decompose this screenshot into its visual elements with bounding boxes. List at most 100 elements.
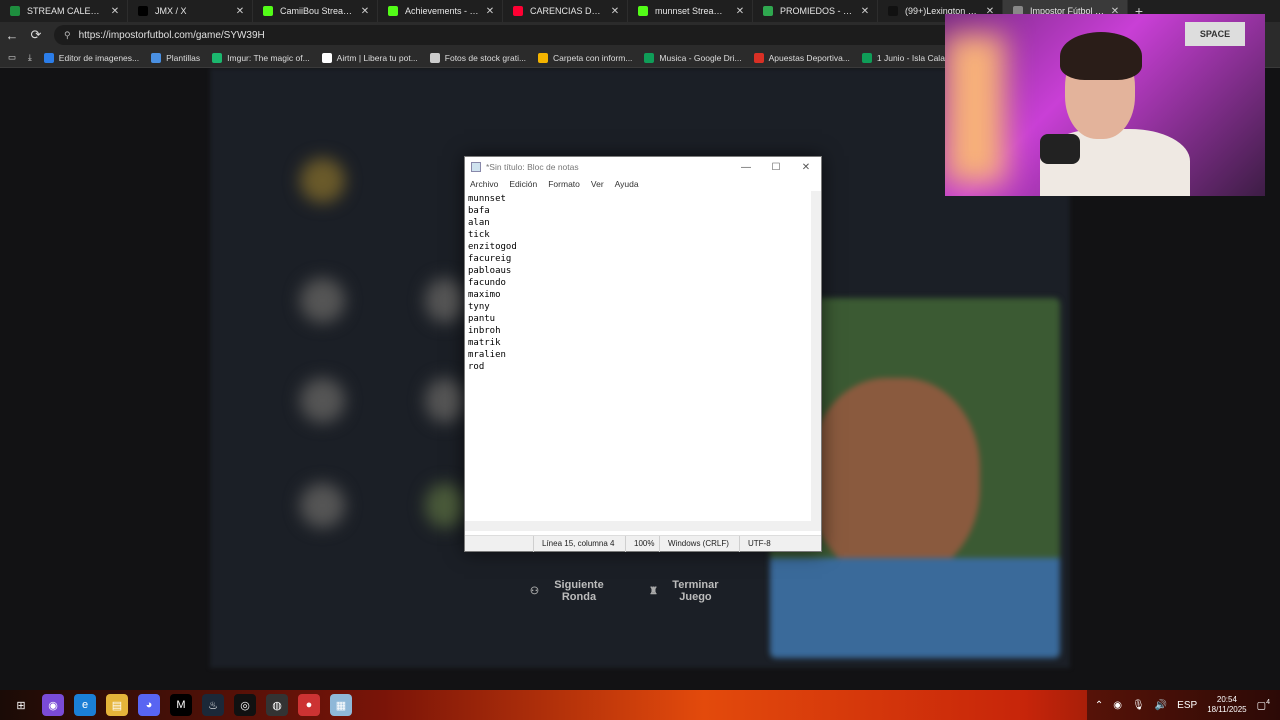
browser-tab[interactable]: JMX / X ✕: [128, 0, 253, 22]
menu-item[interactable]: Ver: [591, 179, 604, 189]
chevron-up-icon[interactable]: ⌃: [1095, 700, 1103, 711]
volume-icon[interactable]: 🔊: [1155, 700, 1167, 711]
line-ending: Windows (CRLF): [659, 535, 739, 552]
bookmark-item[interactable]: Musica - Google Dri...: [644, 52, 742, 63]
mic-icon[interactable]: 🎙: [1132, 700, 1145, 711]
text-line: bafa: [468, 206, 490, 216]
discord-icon[interactable]: ◕: [138, 694, 160, 716]
bookmark-apps-icon[interactable]: ▭: [8, 52, 16, 63]
tab-label: PROMIEDOS - Futbol A: [780, 6, 855, 16]
bookmark-label: Fotos de stock grati...: [444, 52, 527, 63]
bookmark-item[interactable]: Carpeta con inform...: [538, 52, 632, 63]
text-line: enzitogod: [468, 242, 517, 252]
tab-label: CamiiBou Stream - Wat: [280, 6, 355, 16]
kick-icon: [263, 6, 273, 16]
browser-tab[interactable]: PROMIEDOS - Futbol A ✕: [753, 0, 878, 22]
bookmark-item[interactable]: Editor de imagenes...: [43, 52, 139, 63]
bookmark-item[interactable]: Plantillas: [151, 52, 201, 63]
clock-time: 20:54: [1216, 695, 1237, 704]
notepad-taskbar-icon[interactable]: ▦: [330, 694, 352, 716]
bookmark-favicon-icon: [644, 52, 655, 63]
url-field[interactable]: ⚲ https://impostorfutbol.com/game/SYW39H: [54, 25, 954, 45]
text-line: pantu: [468, 314, 496, 324]
close-tab-icon[interactable]: ✕: [609, 6, 621, 17]
tab-label: CARENCIAS DE CO: [530, 6, 605, 16]
minimize-icon[interactable]: —: [731, 162, 761, 173]
browser-tab[interactable]: STREAM CALENDAR - H ✕: [0, 0, 128, 22]
bookmark-label: Plantillas: [166, 52, 201, 63]
browser-tab[interactable]: Achievements - Kick Da ✕: [378, 0, 503, 22]
wall-sign: SPACE: [1185, 22, 1245, 46]
close-tab-icon[interactable]: ✕: [859, 6, 871, 17]
vertical-scrollbar[interactable]: [811, 191, 821, 531]
end-game-label: Terminar Juego: [672, 579, 719, 603]
close-tab-icon[interactable]: ✕: [109, 6, 121, 17]
close-tab-icon[interactable]: ✕: [734, 6, 746, 17]
close-tab-icon[interactable]: ✕: [484, 6, 496, 17]
chrome-icon[interactable]: ◍: [266, 694, 288, 716]
windows-start-icon[interactable]: ⊞: [10, 694, 32, 716]
text-line: munnset: [468, 194, 506, 204]
zoom-level: 100%: [625, 535, 659, 552]
kick-icon: [388, 6, 398, 16]
notification-icon[interactable]: ▢4: [1257, 699, 1270, 711]
url-text: https://impostorfutbol.com/game/SYW39H: [78, 29, 265, 41]
steam-icon[interactable]: ♨: [202, 694, 224, 716]
app-icon[interactable]: ●: [298, 694, 320, 716]
download-icon[interactable]: ⤓: [28, 52, 32, 63]
close-tab-icon[interactable]: ✕: [359, 6, 371, 17]
text-line: facureig: [468, 254, 512, 264]
menu-item[interactable]: Edición: [509, 179, 537, 189]
horizontal-scrollbar[interactable]: [465, 521, 813, 531]
notepad-statusbar: Línea 15, columna 4 100% Windows (CRLF) …: [465, 535, 821, 552]
tab-label: Achievements - Kick Da: [405, 6, 480, 16]
browser-tab[interactable]: CARENCIAS DE CO ✕: [503, 0, 628, 22]
edge-icon[interactable]: e: [74, 694, 96, 716]
text-line: tyny: [468, 302, 490, 312]
close-tab-icon[interactable]: ✕: [234, 6, 246, 17]
microphone: [1040, 134, 1080, 164]
copilot-icon[interactable]: ◉: [42, 694, 64, 716]
tab-label: JMX / X: [155, 6, 187, 16]
bookmark-label: Airtm | Libera tu pot...: [336, 52, 418, 63]
cursor-position: Línea 15, columna 4: [533, 535, 625, 552]
player-avatar: [300, 278, 345, 323]
bookmark-favicon-icon: [212, 52, 223, 63]
clock-date: 18/11/2025: [1207, 705, 1247, 714]
notepad-titlebar[interactable]: *Sin título: Bloc de notas — ☐ ✕: [465, 157, 821, 177]
x-icon: [138, 6, 148, 16]
browser-tab[interactable]: CamiiBou Stream - Wat ✕: [253, 0, 378, 22]
bookmark-item[interactable]: Imgur: The magic of...: [212, 52, 310, 63]
bookmark-favicon-icon: [43, 52, 54, 63]
reload-icon[interactable]: ⟳: [24, 27, 48, 43]
browser-tab[interactable]: munnset Stream - Wat ✕: [628, 0, 753, 22]
notepad-text-area[interactable]: munnset bafa alan tick enzitogod facureig pabl…: [466, 191, 812, 529]
file-explorer-icon[interactable]: ▤: [106, 694, 128, 716]
bookmark-favicon-icon: [151, 52, 162, 63]
language-indicator[interactable]: ESP: [1177, 700, 1197, 711]
site-info-icon[interactable]: ⚲: [64, 30, 71, 41]
clock[interactable]: 20:54 18/11/2025: [1207, 695, 1246, 715]
encoding: UTF-8: [739, 535, 819, 552]
close-icon[interactable]: ✕: [791, 162, 821, 173]
player-avatar: [425, 483, 465, 528]
obs-icon[interactable]: ◎: [234, 694, 256, 716]
mm-app-icon[interactable]: M: [170, 694, 192, 716]
maximize-icon[interactable]: ☐: [761, 162, 791, 173]
notepad-icon: [471, 162, 481, 172]
bookmark-item[interactable]: Apuestas Deportiva...: [753, 52, 850, 63]
notepad-menubar: Archivo Edición Formato Ver Ayuda: [465, 177, 821, 191]
menu-item[interactable]: Archivo: [470, 179, 498, 189]
end-game-button[interactable]: ♜ Terminar Juego: [649, 571, 723, 611]
bookmark-item[interactable]: Fotos de stock grati...: [429, 52, 527, 63]
menu-item[interactable]: Ayuda: [615, 179, 639, 189]
menu-item[interactable]: Formato: [548, 179, 580, 189]
notepad-title: *Sin título: Bloc de notas: [486, 162, 579, 172]
next-round-button[interactable]: ⚇ Siguiente Ronda: [530, 571, 609, 611]
kick-icon: [638, 6, 648, 16]
promiedos-icon: [763, 6, 773, 16]
player-avatar: [300, 158, 345, 203]
record-icon[interactable]: ◉: [1113, 700, 1122, 711]
bookmark-item[interactable]: Airtm | Libera tu pot...: [321, 52, 418, 63]
back-icon[interactable]: ←: [0, 28, 24, 43]
